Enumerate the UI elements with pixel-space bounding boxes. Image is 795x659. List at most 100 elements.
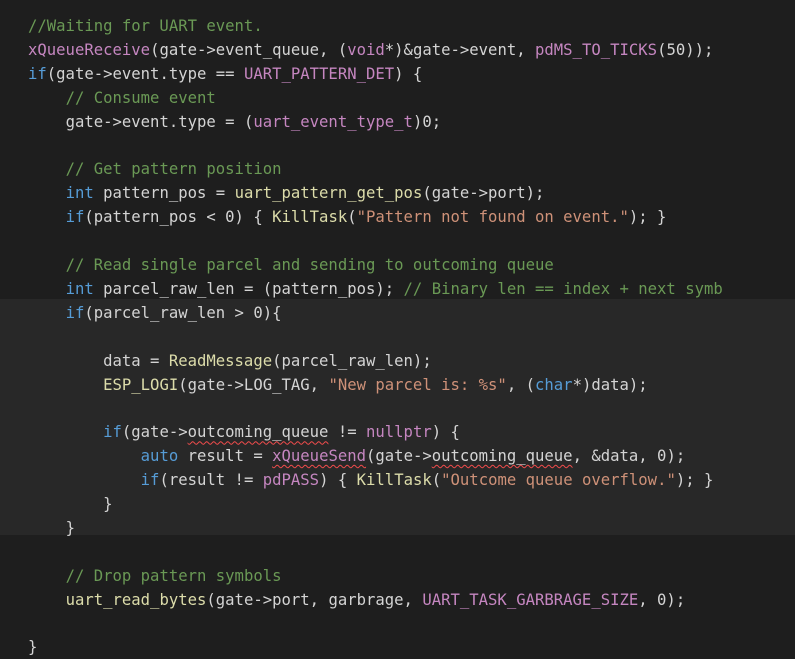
code-token-plain: !=: [328, 423, 366, 442]
code-token-plain: *)&gate->event,: [384, 40, 535, 59]
code-token-plain: (gate->event_queue, (: [150, 40, 348, 59]
code-token-function: KillTask: [272, 208, 348, 227]
code-token-keyword: int: [65, 279, 94, 298]
code-line[interactable]: uart_read_bytes(gate->port, garbrage, UA…: [28, 588, 686, 612]
current-block-highlight: [0, 299, 795, 535]
code-line[interactable]: }: [28, 516, 75, 540]
code-line[interactable]: xQueueReceive(gate->event_queue, (void*)…: [28, 38, 713, 62]
code-line[interactable]: data = ReadMessage(parcel_raw_len);: [28, 349, 432, 373]
code-token-function: ESP_LOGI: [103, 375, 179, 394]
code-line[interactable]: // Consume event: [28, 86, 216, 110]
code-token-function: uart_read_bytes: [65, 590, 207, 609]
code-token-comment: // Consume event: [65, 88, 216, 107]
code-line[interactable]: if(parcel_raw_len > 0){: [28, 301, 282, 325]
code-token-plain: , &data, 0);: [572, 447, 686, 466]
code-token-plain: ); }: [675, 471, 714, 490]
code-line[interactable]: int parcel_raw_len = (pattern_pos); // B…: [28, 277, 723, 301]
code-token-control: pdPASS: [262, 471, 320, 490]
code-token-comment: // Get pattern position: [65, 160, 282, 179]
code-token-plain: ) {: [319, 471, 357, 490]
code-token-plain: (parcel_raw_len > 0){: [84, 303, 282, 322]
code-token-plain: ); }: [628, 208, 667, 227]
code-token-plain: , (: [506, 375, 535, 394]
code-token-plain: (gate->port, garbrage,: [206, 590, 423, 609]
code-line[interactable]: ESP_LOGI(gate->LOG_TAG, "New parcel is: …: [28, 373, 648, 397]
code-token-comment: // Drop pattern symbols: [65, 566, 282, 585]
code-line[interactable]: auto result = xQueueSend(gate->outcoming…: [28, 444, 686, 468]
code-token-plain: (gate->: [121, 423, 188, 442]
code-token-plain: (gate->event.type ==: [46, 64, 244, 83]
code-token-control: pdMS_TO_TICKS: [535, 40, 658, 59]
code-token-plain: (gate->LOG_TAG,: [178, 375, 329, 394]
code-token-plain: , 0);: [638, 590, 686, 609]
code-token-plain: (gate->port);: [422, 184, 545, 203]
code-line[interactable]: if(gate->outcoming_queue != nullptr) {: [28, 420, 460, 444]
code-line[interactable]: if(pattern_pos < 0) { KillTask("Pattern …: [28, 205, 667, 229]
code-token-plain: }: [65, 518, 75, 537]
code-line[interactable]: }: [28, 492, 112, 516]
code-editor[interactable]: //Waiting for UART event. xQueueReceive(g…: [0, 0, 795, 656]
code-token-control: nullptr: [366, 423, 432, 442]
code-token-keyword: if: [103, 423, 122, 442]
code-token-plain: (: [431, 471, 442, 490]
code-token-function: ReadMessage: [168, 351, 273, 370]
code-token-plain: (pattern_pos < 0) {: [84, 208, 273, 227]
code-line[interactable]: }: [28, 635, 37, 659]
code-line[interactable]: if(result != pdPASS) { KillTask("Outcome…: [28, 468, 714, 492]
code-token-plain: }: [28, 638, 38, 657]
code-token-keyword: if: [65, 303, 85, 322]
code-token-comment: //Waiting for UART event.: [28, 17, 263, 35]
code-token-plain: (gate->: [366, 447, 432, 466]
code-token-error: outcoming_queue: [187, 423, 329, 442]
code-token-plain: (result !=: [159, 471, 263, 490]
code-line[interactable]: if(gate->event.type == UART_PATTERN_DET)…: [28, 62, 422, 86]
code-line[interactable]: // Read single parcel and sending to out…: [28, 253, 554, 277]
code-token-plain: ) {: [394, 64, 423, 83]
code-line[interactable]: // Get pattern position: [28, 157, 282, 181]
code-token-plain: result =: [178, 447, 273, 466]
code-token-error: xQueueSend: [272, 447, 367, 466]
code-token-plain: parcel_raw_len = (pattern_pos);: [93, 279, 404, 298]
code-token-comment: // Binary len == index + next symb: [403, 279, 723, 298]
code-token-control: uart_event_type_t: [253, 112, 413, 131]
code-token-string: "Pattern not found on event.": [356, 208, 629, 227]
code-token-control: UART_PATTERN_DET: [243, 64, 395, 83]
code-line[interactable]: // Drop pattern symbols: [28, 564, 282, 588]
code-token-keyword: if: [140, 471, 160, 490]
code-token-function: uart_pattern_get_pos: [234, 184, 423, 203]
code-line[interactable]: gate->event.type = (uart_event_type_t)0;: [28, 110, 442, 134]
code-token-function: KillTask: [356, 471, 432, 490]
code-token-plain: *)data);: [572, 375, 648, 394]
code-token-control: UART_TASK_GARBRAGE_SIZE: [422, 590, 639, 609]
code-line[interactable]: //Waiting for UART event.: [28, 14, 263, 38]
code-token-error: outcoming_queue: [431, 447, 573, 466]
code-token-plain: (: [347, 208, 357, 227]
code-token-comment: // Read single parcel and sending to out…: [65, 256, 554, 274]
code-token-control: void: [347, 40, 385, 59]
code-token-string: "Outcome queue overflow.": [441, 471, 676, 490]
code-token-control: xQueueReceive: [28, 40, 151, 59]
code-token-plain: )0;: [412, 112, 442, 131]
code-token-string: "New parcel is: %s": [328, 375, 507, 394]
code-line[interactable]: int pattern_pos = uart_pattern_get_pos(g…: [28, 181, 545, 205]
code-token-plain: (50));: [657, 40, 714, 59]
code-token-plain: ) {: [431, 423, 460, 442]
code-token-plain: gate->event.type = (: [65, 112, 254, 131]
code-token-plain: (parcel_raw_len);: [272, 351, 432, 370]
